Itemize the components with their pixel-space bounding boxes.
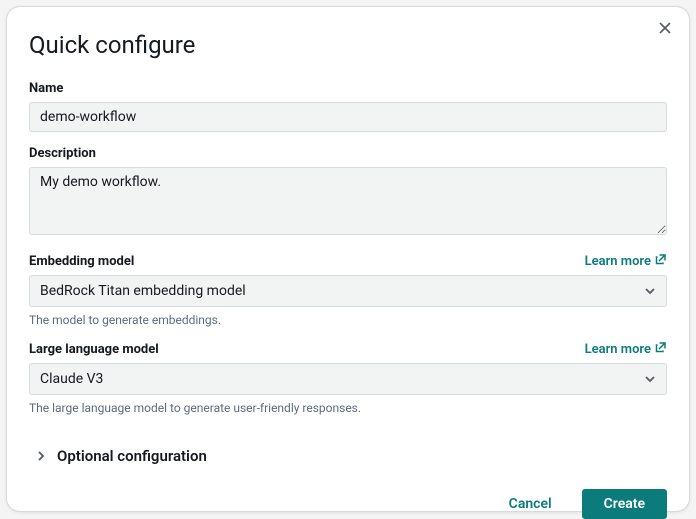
quick-configure-modal: Quick configure Name Description Embeddi… xyxy=(6,6,690,512)
embedding-select-value: BedRock Titan embedding model xyxy=(40,283,246,299)
name-label: Name xyxy=(29,81,667,96)
embedding-help-text: The model to generate embeddings. xyxy=(29,313,667,327)
llm-learn-more-link[interactable]: Learn more xyxy=(585,341,667,357)
chevron-right-icon xyxy=(35,450,47,462)
optional-configuration-expander[interactable]: Optional configuration xyxy=(29,437,667,473)
close-icon xyxy=(658,21,672,38)
external-link-icon xyxy=(655,341,667,357)
learn-more-text: Learn more xyxy=(585,342,651,357)
description-input[interactable] xyxy=(29,167,667,235)
description-label: Description xyxy=(29,146,667,161)
llm-select-value: Claude V3 xyxy=(40,371,103,387)
learn-more-text: Learn more xyxy=(585,254,651,269)
embedding-select[interactable]: BedRock Titan embedding model xyxy=(29,275,667,307)
llm-field-group: Large language model Learn more Claude V… xyxy=(29,341,667,415)
close-button[interactable] xyxy=(655,19,675,39)
embedding-label: Embedding model xyxy=(29,254,134,269)
optional-configuration-label: Optional configuration xyxy=(57,447,207,465)
llm-label: Large language model xyxy=(29,342,159,357)
create-button[interactable]: Create xyxy=(582,489,667,519)
embedding-learn-more-link[interactable]: Learn more xyxy=(585,253,667,269)
external-link-icon xyxy=(655,253,667,269)
llm-help-text: The large language model to generate use… xyxy=(29,401,667,415)
modal-footer: Cancel Create xyxy=(29,473,667,519)
cancel-button[interactable]: Cancel xyxy=(489,489,572,519)
embedding-field-group: Embedding model Learn more BedRock Titan… xyxy=(29,253,667,327)
modal-title: Quick configure xyxy=(29,31,667,59)
name-input[interactable] xyxy=(29,102,667,132)
chevron-down-icon xyxy=(644,285,656,297)
name-field-group: Name xyxy=(29,81,667,132)
llm-select[interactable]: Claude V3 xyxy=(29,363,667,395)
description-field-group: Description xyxy=(29,146,667,239)
chevron-down-icon xyxy=(644,373,656,385)
